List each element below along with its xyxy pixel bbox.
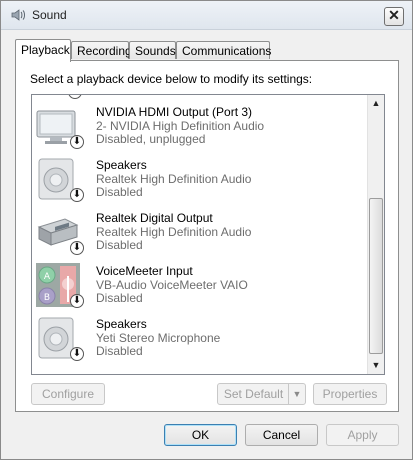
close-icon: ✕	[388, 7, 400, 23]
scroll-up-icon[interactable]: ▲	[368, 95, 384, 112]
device-description: 2- NVIDIA High Definition Audio	[96, 119, 265, 133]
playback-panel: Select a playback device below to modify…	[15, 60, 399, 412]
device-status: Disabled	[96, 291, 143, 305]
scroll-down-icon[interactable]: ▼	[368, 357, 384, 374]
tab-communications[interactable]: Communications	[176, 41, 271, 59]
device-name: VoiceMeeter Input	[96, 264, 193, 278]
device-description: Yeti Stereo Microphone	[96, 331, 221, 345]
sound-dialog: Sound ✕ Playback Recording Sounds Commun…	[0, 0, 413, 460]
speaker-title-icon	[11, 9, 25, 21]
list-item[interactable]: ⬇ Realtek Digital Output Realtek High De…	[32, 205, 367, 258]
vertical-scrollbar[interactable]: ▲ ▼	[367, 95, 384, 374]
device-status: Disabled, unplugged	[96, 132, 206, 146]
title-bar[interactable]: Sound ✕	[1, 1, 412, 30]
disabled-arrow-icon: ⬇	[70, 188, 84, 202]
disabled-arrow-icon: ⬇	[70, 347, 84, 361]
set-default-button[interactable]: Set Default ▼	[217, 383, 306, 405]
list-item[interactable]: ⬇ NVIDIA HDMI Output (Port 3) 2- NVIDIA …	[32, 99, 367, 152]
device-status: Disabled	[96, 238, 143, 252]
close-button[interactable]: ✕	[384, 7, 404, 26]
device-list[interactable]: ⬇ ⬇ NVIDIA HDMI Output (Port 3) 2- NVIDI…	[31, 94, 385, 375]
properties-button[interactable]: Properties	[313, 383, 387, 405]
tab-recording[interactable]: Recording	[71, 41, 132, 59]
configure-button[interactable]: Configure	[31, 383, 105, 405]
device-name: Speakers	[96, 317, 147, 331]
list-item[interactable]: ⬇ Speakers Realtek High Definition Audio…	[32, 152, 367, 205]
list-item[interactable]: A B ⬇ VoiceMeeter Input VB-Audio VoiceMe…	[32, 258, 367, 311]
device-description: Realtek High Definition Audio	[96, 172, 252, 186]
set-default-label: Set Default	[223, 387, 284, 401]
tab-playback[interactable]: Playback	[15, 39, 71, 62]
cancel-button[interactable]: Cancel	[245, 424, 318, 446]
chevron-down-icon[interactable]: ▼	[288, 384, 305, 404]
tab-sounds[interactable]: Sounds	[129, 41, 176, 59]
device-status: Disabled	[96, 185, 143, 199]
device-name: NVIDIA HDMI Output (Port 3)	[96, 105, 253, 119]
device-name: Realtek Digital Output	[96, 211, 213, 225]
disabled-arrow-icon: ⬇	[70, 241, 84, 255]
apply-button[interactable]: Apply	[326, 424, 399, 446]
device-description: Realtek High Definition Audio	[96, 225, 252, 239]
device-description: VB-Audio VoiceMeeter VAIO	[96, 278, 248, 292]
list-item[interactable]: ⬇ Speakers Yeti Stereo Microphone Disabl…	[32, 311, 367, 364]
instruction-text: Select a playback device below to modify…	[30, 72, 313, 86]
scrollbar-thumb[interactable]	[369, 198, 383, 354]
window-title: Sound	[32, 8, 67, 22]
disabled-arrow-icon: ⬇	[70, 135, 84, 149]
svg-text:B: B	[44, 293, 50, 303]
svg-text:A: A	[44, 272, 51, 282]
device-name: Speakers	[96, 158, 147, 172]
ok-button[interactable]: OK	[164, 424, 237, 446]
device-status: Disabled	[96, 344, 143, 358]
disabled-arrow-icon: ⬇	[70, 294, 84, 308]
